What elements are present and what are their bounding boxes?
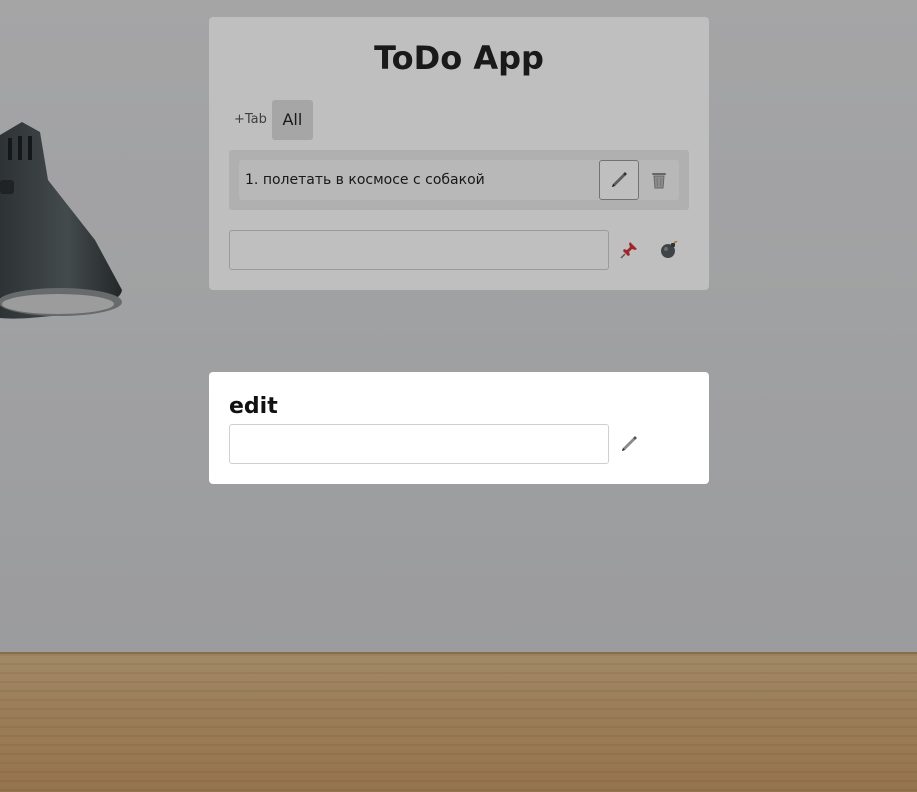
edit-todo-input[interactable] [229,424,609,464]
edit-modal: edit [209,372,709,484]
edit-modal-row [229,424,649,464]
confirm-edit-button[interactable] [609,424,649,464]
pencil-icon [622,436,637,451]
edit-modal-title: edit [229,394,278,419]
